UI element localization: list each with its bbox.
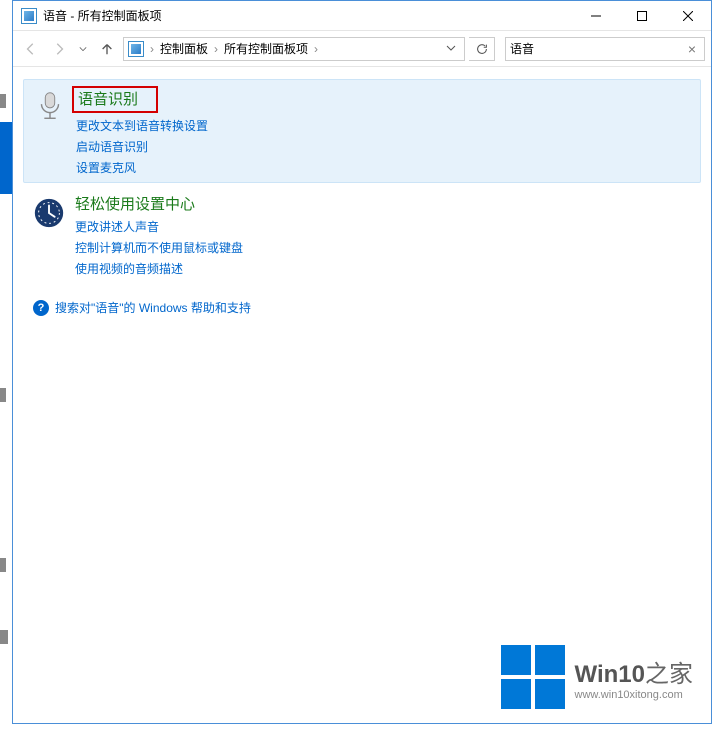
help-row: ? 搜索对"语音"的 Windows 帮助和支持: [23, 291, 701, 324]
edge-mark: [0, 94, 6, 108]
breadcrumb-item[interactable]: 所有控制面板项: [220, 40, 312, 57]
history-dropdown[interactable]: [75, 37, 91, 61]
forward-button[interactable]: [47, 37, 71, 61]
clear-search-icon[interactable]: ×: [684, 41, 700, 57]
side-edge: [0, 0, 12, 740]
window-title: 语音 - 所有控制面板项: [43, 7, 573, 24]
result-title[interactable]: 语音识别: [72, 86, 158, 113]
titlebar[interactable]: 语音 - 所有控制面板项: [13, 1, 711, 31]
control-panel-window: 语音 - 所有控制面板项 › 控制面板: [12, 0, 712, 724]
result-link[interactable]: 控制计算机而不使用鼠标或键盘: [75, 239, 693, 256]
chevron-right-icon[interactable]: ›: [148, 42, 156, 56]
help-link[interactable]: 搜索对"语音"的 Windows 帮助和支持: [55, 299, 251, 316]
navbar: › 控制面板 › 所有控制面板项 › ×: [13, 31, 711, 67]
search-input[interactable]: [510, 42, 684, 56]
back-button[interactable]: [19, 37, 43, 61]
help-icon: ?: [33, 300, 49, 316]
edge-mark: [0, 558, 6, 572]
breadcrumb-item[interactable]: 控制面板: [156, 40, 212, 57]
chevron-right-icon[interactable]: ›: [312, 42, 320, 56]
result-title[interactable]: 轻松使用设置中心: [75, 193, 195, 214]
result-speech-recognition[interactable]: 语音识别 更改文本到语音转换设置 启动语音识别 设置麦克风: [23, 79, 701, 183]
result-link[interactable]: 使用视频的音频描述: [75, 260, 693, 277]
result-link[interactable]: 更改讲述人声音: [75, 218, 693, 235]
edge-highlight: [0, 122, 12, 194]
address-dropdown[interactable]: [442, 42, 460, 56]
edge-mark: [0, 388, 6, 402]
minimize-button[interactable]: [573, 1, 619, 30]
result-link[interactable]: 设置麦克风: [76, 159, 692, 176]
result-links: 更改文本到语音转换设置 启动语音识别 设置麦克风: [76, 117, 692, 176]
content-area: 语音识别 更改文本到语音转换设置 启动语音识别 设置麦克风 轻松使用设置中心: [13, 67, 711, 723]
result-link[interactable]: 更改文本到语音转换设置: [76, 117, 692, 134]
search-box[interactable]: ×: [505, 37, 705, 61]
result-ease-of-access[interactable]: 轻松使用设置中心 更改讲述人声音 控制计算机而不使用鼠标或键盘 使用视频的音频描…: [23, 187, 701, 283]
maximize-button[interactable]: [619, 1, 665, 30]
windows-logo-icon: [501, 645, 565, 709]
window-controls: [573, 1, 711, 30]
result-links: 更改讲述人声音 控制计算机而不使用鼠标或键盘 使用视频的音频描述: [75, 218, 693, 277]
microphone-icon: [32, 88, 68, 124]
refresh-button[interactable]: [469, 37, 495, 61]
watermark: Win10之家 www.win10xitong.com: [501, 645, 693, 709]
address-bar[interactable]: › 控制面板 › 所有控制面板项 ›: [123, 37, 465, 61]
result-link[interactable]: 启动语音识别: [76, 138, 692, 155]
close-button[interactable]: [665, 1, 711, 30]
result-body: 语音识别 更改文本到语音转换设置 启动语音识别 设置麦克风: [76, 86, 692, 176]
watermark-text: Win10之家 www.win10xitong.com: [575, 654, 693, 701]
ease-of-access-icon: [31, 195, 67, 231]
app-icon: [21, 8, 37, 24]
up-button[interactable]: [95, 37, 119, 61]
watermark-url: www.win10xitong.com: [575, 689, 693, 701]
chevron-right-icon[interactable]: ›: [212, 42, 220, 56]
watermark-brand: Win10之家: [575, 654, 693, 689]
edge-mark: [0, 630, 8, 644]
control-panel-icon: [128, 41, 144, 57]
result-body: 轻松使用设置中心 更改讲述人声音 控制计算机而不使用鼠标或键盘 使用视频的音频描…: [75, 193, 693, 277]
